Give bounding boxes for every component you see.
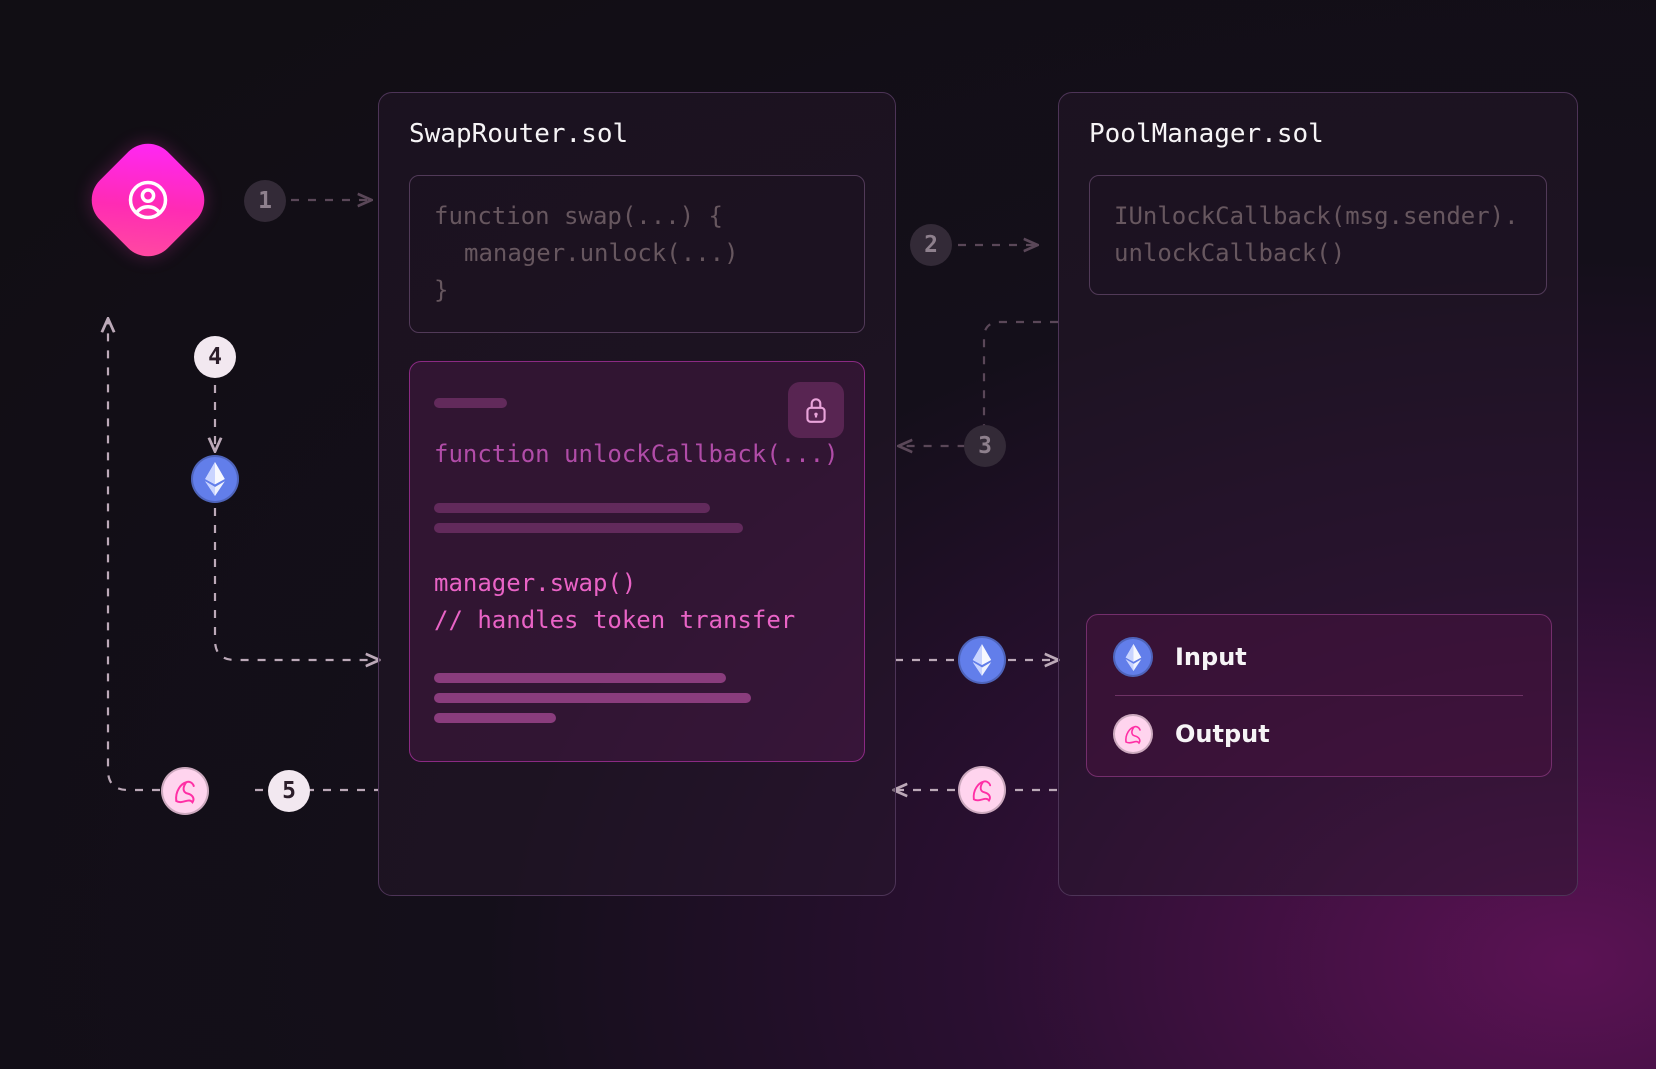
ethereum-icon bbox=[1113, 637, 1153, 677]
code-skeleton bbox=[434, 693, 751, 703]
code-line: IUnlockCallback(msg.sender). bbox=[1114, 198, 1522, 235]
code-skeleton bbox=[434, 398, 507, 408]
panel-title: PoolManager.sol bbox=[1089, 119, 1547, 149]
code-line: manager.unlock(...) bbox=[434, 235, 840, 272]
panel-title: SwapRouter.sol bbox=[409, 119, 865, 149]
code-line: unlockCallback() bbox=[1114, 235, 1522, 272]
io-input-row: Input bbox=[1113, 637, 1525, 677]
unlock-callback-box: function unlockCallback(...) manager.swa… bbox=[409, 361, 865, 763]
code-skeleton bbox=[434, 713, 556, 723]
step-badge-2: 2 bbox=[910, 224, 952, 266]
connector-uni-to-user bbox=[108, 320, 160, 790]
swap-fn-codebox: function swap(...) { manager.unlock(...)… bbox=[409, 175, 865, 333]
code-line: function unlockCallback(...) bbox=[434, 436, 840, 473]
uniswap-icon bbox=[161, 767, 209, 815]
io-input-label: Input bbox=[1175, 643, 1247, 671]
uniswap-icon bbox=[1113, 714, 1153, 754]
swap-router-panel: SwapRouter.sol function swap(...) { mana… bbox=[378, 92, 896, 896]
io-output-row: Output bbox=[1113, 714, 1525, 754]
uniswap-icon bbox=[958, 766, 1006, 814]
lock-icon bbox=[788, 382, 844, 438]
code-line: function swap(...) { bbox=[434, 198, 840, 235]
io-card: Input Output bbox=[1086, 614, 1552, 777]
code-line: } bbox=[434, 272, 840, 309]
unlock-callback-call-codebox: IUnlockCallback(msg.sender). unlockCallb… bbox=[1089, 175, 1547, 295]
ethereum-icon bbox=[958, 636, 1006, 684]
code-skeleton bbox=[434, 503, 710, 513]
user-node bbox=[100, 152, 196, 248]
io-output-label: Output bbox=[1175, 720, 1270, 748]
user-icon bbox=[127, 179, 169, 221]
connector-eth-in bbox=[215, 508, 378, 660]
step-badge-1: 1 bbox=[244, 180, 286, 222]
step-badge-4: 4 bbox=[194, 336, 236, 378]
step-badge-5: 5 bbox=[268, 770, 310, 812]
code-line: manager.swap() bbox=[434, 565, 840, 602]
ethereum-icon bbox=[191, 455, 239, 503]
io-divider bbox=[1115, 695, 1523, 696]
code-skeleton bbox=[434, 523, 743, 533]
step-badge-3: 3 bbox=[964, 425, 1006, 467]
code-line: // handles token transfer bbox=[434, 602, 840, 639]
code-skeleton bbox=[434, 673, 726, 683]
